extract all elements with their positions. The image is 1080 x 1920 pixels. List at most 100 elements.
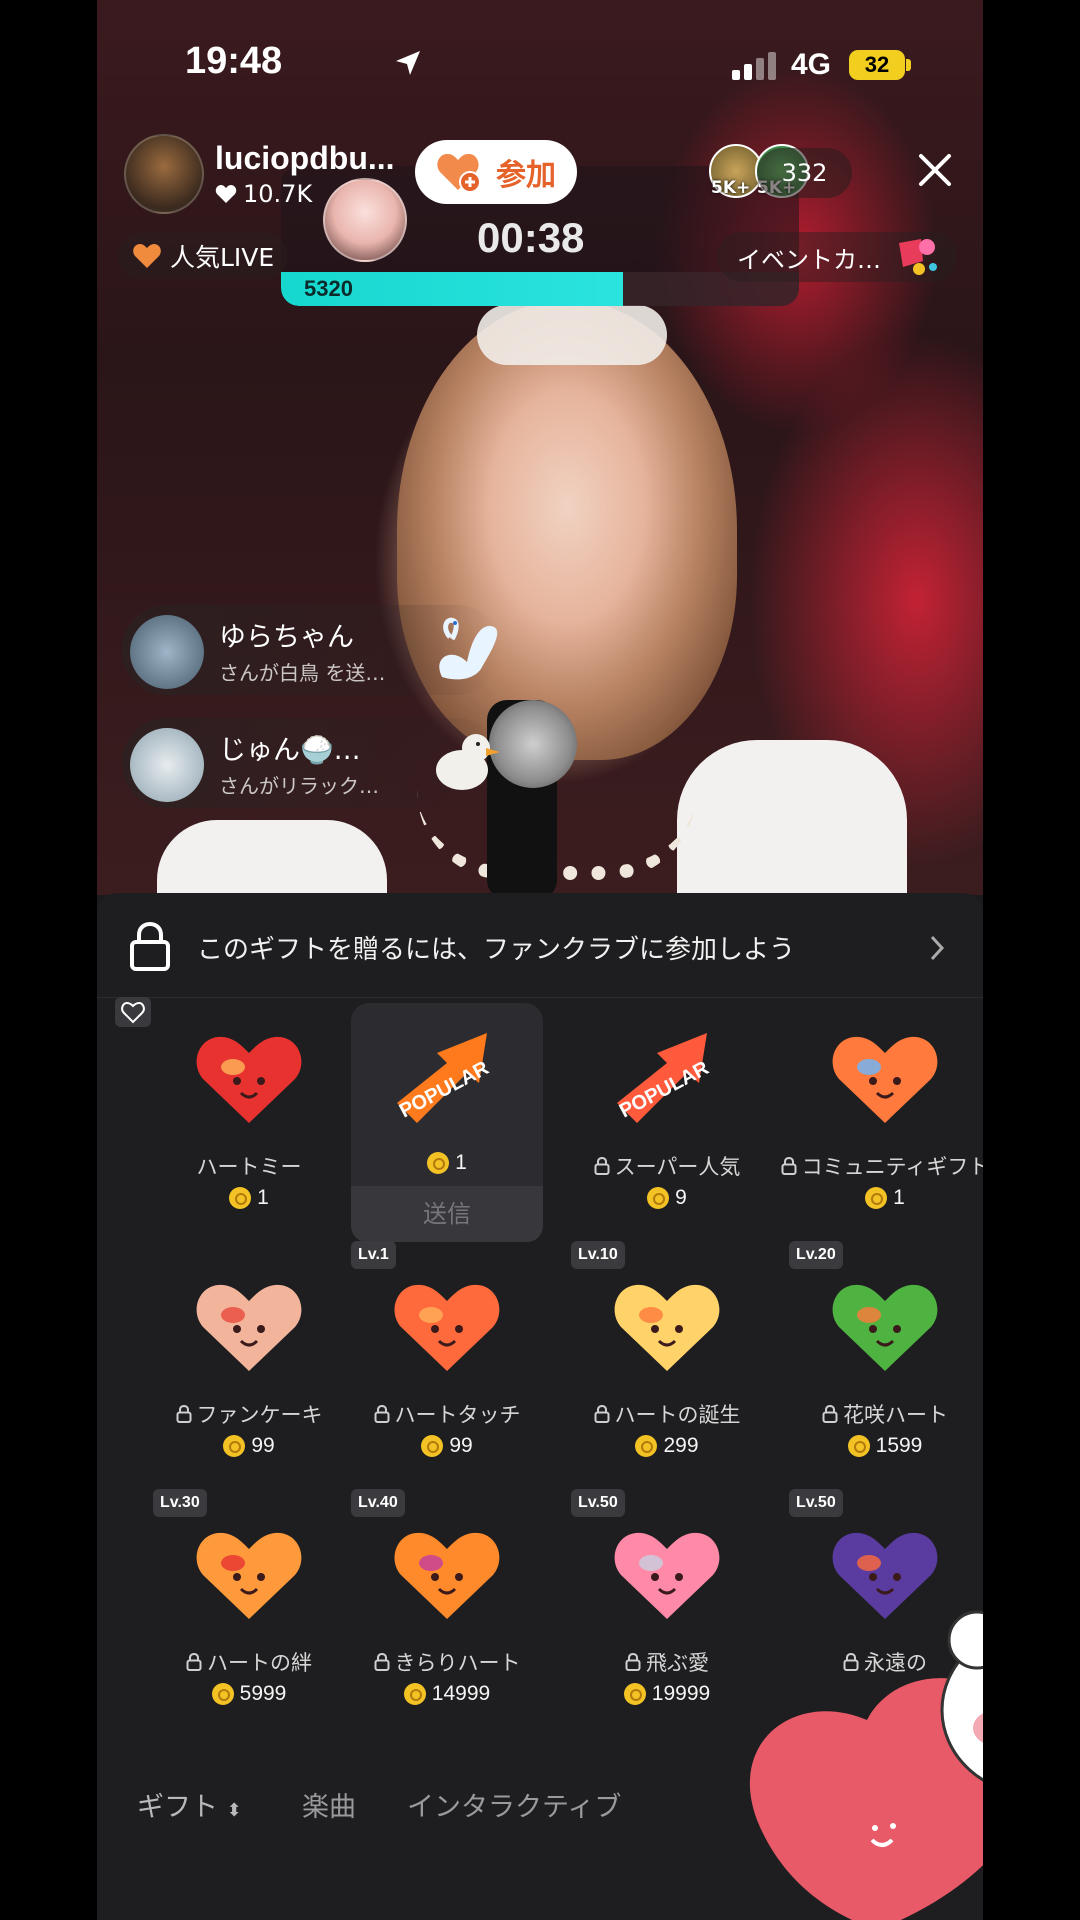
gift-item[interactable]: ファンケーキ 99 — [139, 1251, 359, 1491]
popular-live-badge[interactable]: 人気LIVE — [118, 233, 289, 279]
gift-item[interactable]: POPULAR スーパー人気 9 — [557, 1003, 777, 1243]
gift-price-value: 99 — [251, 1434, 275, 1457]
tab-interactive[interactable]: インタラクティブ — [407, 1785, 621, 1824]
cellular-signal-icon — [732, 52, 776, 80]
gift-item[interactable]: Lv.20 花咲ハート 1599 — [775, 1241, 983, 1491]
gift-price: 9 — [557, 1186, 777, 1210]
gift-name-text: 花咲ハート — [843, 1403, 948, 1427]
gift-name-text: ハートの誕生 — [614, 1403, 741, 1427]
gift-price-value: 9 — [675, 1186, 687, 1209]
popular-icon: POPULAR — [396, 1033, 493, 1123]
host-likes-count: 10.7K — [243, 180, 313, 208]
join-label: 参加 — [496, 158, 556, 193]
fan-club-banner[interactable]: このギフトを贈るには、ファンクラブに参加しよう — [97, 893, 983, 998]
duck-icon — [436, 734, 500, 790]
event-gift-icon — [899, 239, 937, 275]
gift-item[interactable]: Lv.1 ハートタッチ 99 — [337, 1241, 557, 1491]
status-time: 19:48 — [185, 40, 283, 82]
gift-name: コミュニティギフト — [775, 1151, 983, 1181]
send-button[interactable]: 送信 — [351, 1186, 543, 1242]
notification-user: ゆらちゃん — [219, 622, 354, 653]
notification-avatar[interactable] — [130, 615, 204, 689]
gift-price: 14999 — [337, 1682, 557, 1706]
gift-item[interactable]: Lv.30 ハートの絆 5999 — [139, 1489, 359, 1739]
gift-price: 99 — [139, 1434, 359, 1458]
gift-price-value: 99 — [449, 1434, 473, 1457]
tab-gift[interactable]: ギフト ⬍ — [137, 1785, 242, 1824]
gift-name-text: コミュニティギフト — [801, 1155, 983, 1179]
battle-score-bar — [281, 272, 799, 306]
gift-price-value: 5999 — [239, 1682, 287, 1705]
gift-name-text: きらりハート — [394, 1651, 521, 1675]
top-viewer-badge-1: 5K+ — [711, 178, 751, 198]
coin-icon — [623, 1683, 646, 1705]
lock-icon — [374, 1653, 389, 1671]
lock-icon — [822, 1405, 838, 1423]
gift-price-value: 1 — [893, 1186, 905, 1209]
gift-name-text: ファンケーキ — [196, 1403, 323, 1427]
gift-name: ハートミー — [139, 1151, 359, 1181]
notification-avatar[interactable] — [130, 728, 204, 802]
swan-icon — [439, 617, 498, 680]
coin-icon — [427, 1152, 450, 1174]
level-badge: Lv.50 — [571, 1489, 625, 1517]
gift-price-value: 14999 — [431, 1682, 491, 1705]
level-badge: Lv.10 — [571, 1241, 625, 1269]
gift-item[interactable]: Lv.40 きらりハート 14999 — [337, 1489, 557, 1739]
gift-item[interactable]: POPULAR 1 送信 — [337, 1003, 557, 1243]
gift-notification: ゆらちゃん さんが白鳥 を送… — [122, 605, 502, 695]
host-name[interactable]: luciopdbu... — [215, 140, 395, 177]
gift-name: ハートタッチ — [337, 1399, 557, 1429]
viewer-count[interactable]: 332 — [757, 148, 852, 198]
blooming-heart-icon — [832, 1284, 938, 1371]
notification-message: さんがリラック… — [219, 774, 379, 798]
coin-icon — [211, 1683, 234, 1705]
event-card-button[interactable]: イベントカ… — [717, 232, 957, 282]
notification-user: じゅん🍚… — [219, 735, 361, 766]
gift-name-text: ハートの絆 — [207, 1651, 312, 1675]
gift-price: 1599 — [775, 1434, 983, 1458]
gift-name: きらりハート — [337, 1647, 557, 1677]
tab-music[interactable]: 楽曲 — [302, 1785, 356, 1824]
level-badge: Lv.1 — [351, 1241, 396, 1269]
tab-gift-label: ギフト — [137, 1792, 218, 1823]
gift-price-value: 19999 — [651, 1682, 711, 1705]
close-icon[interactable] — [915, 150, 955, 190]
gift-name: 花咲ハート — [775, 1399, 983, 1429]
coin-icon — [403, 1683, 426, 1705]
gift-name-text: ハートミー — [196, 1155, 302, 1179]
gift-item[interactable]: ハートミー 1 — [115, 997, 359, 1243]
heart-me-icon — [196, 1036, 302, 1123]
battle-opponent-avatar[interactable] — [323, 178, 407, 262]
location-arrow-icon — [396, 51, 420, 75]
heart-bond-icon — [196, 1532, 302, 1619]
gift-price-value: 1599 — [875, 1434, 923, 1457]
fan-cake-icon — [196, 1284, 302, 1371]
level-badge: Lv.30 — [153, 1489, 207, 1517]
orange-heart-icon — [133, 244, 161, 268]
gift-item[interactable]: Lv.10 ハートの誕生 299 — [557, 1241, 777, 1491]
gift-name: スーパー人気 — [557, 1151, 777, 1181]
gift-item[interactable]: コミュニティギフト 1 — [775, 1003, 983, 1243]
event-card-label: イベントカ… — [737, 245, 881, 274]
super-popular-icon: POPULAR — [616, 1033, 713, 1123]
fan-club-message: このギフトを贈るには、ファンクラブに参加しよう — [197, 935, 796, 965]
lock-icon — [374, 1405, 389, 1423]
gift-price: 1 — [139, 1186, 359, 1210]
lock-icon — [594, 1157, 610, 1175]
lock-icon — [625, 1653, 641, 1671]
gift-price: 99 — [337, 1434, 557, 1458]
heart-touch-icon — [394, 1284, 500, 1371]
heart-birth-icon — [614, 1284, 720, 1371]
community-gift-icon — [832, 1036, 938, 1123]
level-badge: Lv.20 — [789, 1241, 843, 1269]
lock-icon — [130, 921, 170, 971]
flying-love-icon — [614, 1532, 720, 1619]
coin-icon — [229, 1187, 252, 1209]
host-avatar[interactable] — [124, 134, 204, 214]
sparkle-heart-icon — [394, 1532, 500, 1619]
gift-price-value: 299 — [663, 1434, 699, 1457]
coin-icon — [847, 1435, 870, 1457]
join-fan-club-button[interactable]: 参加 — [415, 140, 577, 204]
gift-price: 1 — [337, 1151, 557, 1175]
